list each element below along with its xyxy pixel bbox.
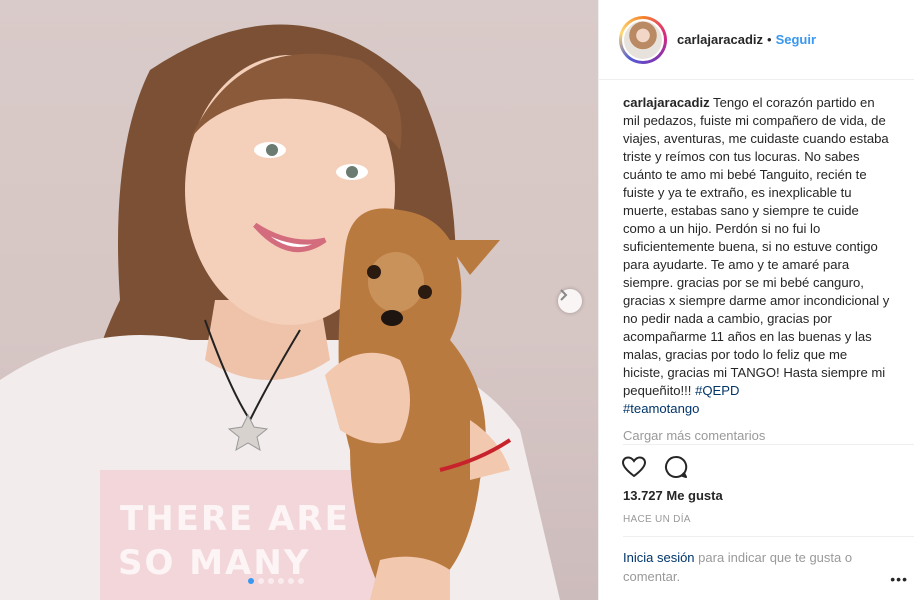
- avatar-image: [622, 18, 664, 61]
- avatar[interactable]: [619, 15, 667, 64]
- header-username[interactable]: carlajaracadiz: [677, 32, 763, 47]
- more-options-icon[interactable]: •••: [890, 571, 908, 587]
- carousel-dot[interactable]: [268, 578, 274, 584]
- photo-illustration: THERE ARE SO MANY: [0, 24, 560, 600]
- svg-text:SO MANY: SO MANY: [118, 543, 310, 583]
- header-separator: •: [767, 32, 772, 47]
- carousel-dot[interactable]: [248, 578, 254, 584]
- login-link[interactable]: Inicia sesión: [623, 550, 695, 565]
- divider: [623, 444, 914, 445]
- post-caption: carlajaracadiz Tengo el corazón partido …: [599, 80, 914, 418]
- carousel-dot[interactable]: [288, 578, 294, 584]
- post-timestamp[interactable]: HACE UN DÍA: [623, 514, 691, 525]
- like-button[interactable]: [621, 454, 647, 480]
- login-prompt: Inicia sesión para indicar que te gusta …: [623, 548, 893, 586]
- carousel-dot[interactable]: [298, 578, 304, 584]
- caption-username[interactable]: carlajaracadiz: [623, 95, 710, 110]
- heart-icon: [622, 456, 646, 478]
- carousel-dots: [248, 578, 304, 584]
- divider: [623, 536, 914, 537]
- comment-bubble-icon: [665, 455, 688, 478]
- load-more-comments-button[interactable]: Cargar más comentarios: [599, 418, 914, 443]
- comment-button[interactable]: [663, 454, 689, 480]
- carousel-dot[interactable]: [278, 578, 284, 584]
- likes-count[interactable]: 13.727 Me gusta: [623, 488, 723, 503]
- post-photo: THERE ARE SO MANY: [0, 0, 598, 600]
- follow-button[interactable]: Seguir: [776, 32, 816, 47]
- action-bar: [621, 454, 689, 480]
- carousel-dot[interactable]: [258, 578, 264, 584]
- carousel-next-button[interactable]: [558, 289, 582, 313]
- chevron-right-icon: [560, 289, 568, 301]
- shirt-print-text: THERE ARE: [120, 499, 350, 539]
- post-header: carlajaracadiz • Seguir: [599, 0, 914, 80]
- hashtag-link[interactable]: #QEPD: [695, 383, 739, 398]
- post-side-panel: carlajaracadiz • Seguir carlajaracadiz T…: [598, 0, 914, 600]
- caption-text: Tengo el corazón partido en mil pedazos,…: [623, 95, 890, 398]
- hashtag-link[interactable]: #teamotango: [623, 401, 699, 416]
